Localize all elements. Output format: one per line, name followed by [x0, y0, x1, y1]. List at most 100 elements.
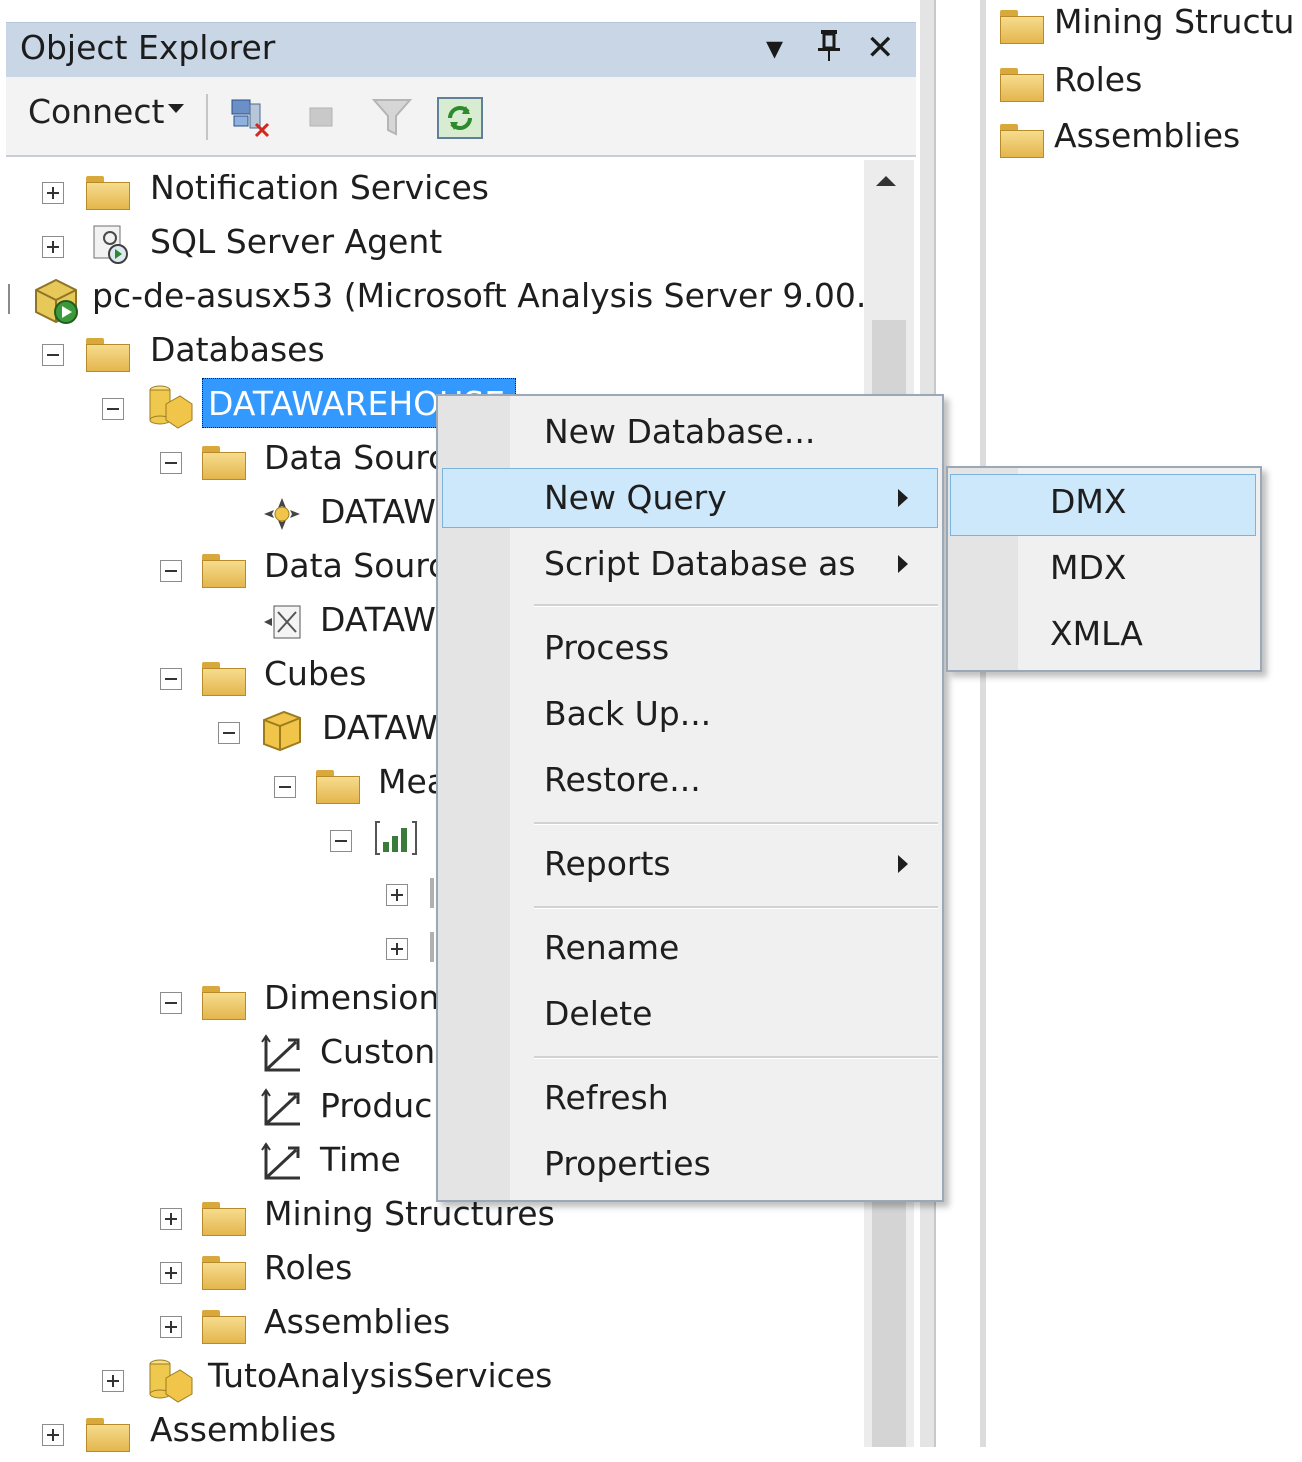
tree-node-databases[interactable]: Databases	[40, 328, 540, 382]
menu-item-rename[interactable]: Rename	[544, 926, 679, 970]
details-item-mining-structures[interactable]: Mining Structu	[998, 0, 1302, 50]
tree-node-data-source-item[interactable]: DATAW	[256, 490, 456, 544]
tree-node-label: Dimension	[264, 978, 440, 1017]
menu-item-process[interactable]: Process	[544, 626, 669, 670]
submenu-item-xmla[interactable]: XMLA	[1050, 612, 1143, 656]
connect-button[interactable]: Connect	[28, 92, 164, 131]
expand-icon[interactable]	[102, 1370, 124, 1392]
tree-node-measure-groups[interactable]: Mea	[272, 760, 452, 814]
folder-icon	[316, 764, 360, 804]
scroll-up-icon[interactable]	[876, 176, 896, 186]
tree-node-assemblies-db[interactable]: Assemblies	[156, 1300, 456, 1354]
details-item-assemblies[interactable]: Assemblies	[998, 114, 1302, 164]
expand-icon[interactable]	[42, 182, 64, 204]
expand-icon[interactable]	[386, 884, 408, 906]
cube-icon	[258, 708, 302, 752]
menu-item-reports[interactable]: Reports	[544, 842, 671, 886]
folder-icon	[86, 1412, 130, 1452]
tree-node-label: Notification Services	[150, 168, 489, 207]
submenu-item-dmx[interactable]: DMX	[1050, 480, 1127, 524]
expand-icon[interactable]	[160, 1316, 182, 1338]
connect-dropdown-icon[interactable]	[168, 104, 184, 113]
tree-node-label: DATAW	[320, 492, 436, 531]
submenu-item-mdx[interactable]: MDX	[1050, 546, 1127, 590]
tree-node-assemblies-server[interactable]: Assemblies	[40, 1408, 440, 1462]
tree-node-sql-server-agent[interactable]: SQL Server Agent	[40, 220, 540, 274]
collapse-icon[interactable]	[160, 992, 182, 1014]
tree-node-label: DATAW	[322, 708, 438, 747]
collapse-icon[interactable]	[102, 398, 124, 420]
details-item-roles[interactable]: Roles	[998, 58, 1302, 108]
folder-icon	[1000, 62, 1044, 102]
tree-node-cubes[interactable]: Cubes	[156, 652, 456, 706]
collapse-icon[interactable]	[330, 830, 352, 852]
window-position-dropdown-icon[interactable]: ▾	[766, 28, 783, 68]
tree-node-measure-group[interactable]	[330, 814, 440, 868]
tree-node-tuto-database[interactable]: TutoAnalysisServices	[98, 1354, 558, 1408]
data-source-view-icon	[260, 602, 304, 640]
filter-icon[interactable]	[370, 96, 413, 136]
menu-separator	[534, 822, 938, 825]
tree-node-server[interactable]: pc-de-asusx53 (Microsoft Analysis Server…	[26, 274, 866, 328]
folder-icon	[1000, 4, 1044, 44]
panel-title: Object Explorer	[20, 28, 276, 67]
tree-node-dim-customer[interactable]: Custon	[256, 1030, 456, 1084]
collapse-icon[interactable]	[274, 776, 296, 798]
menu-item-refresh[interactable]: Refresh	[544, 1076, 669, 1120]
panel-border	[980, 0, 986, 1447]
submenu-arrow-icon	[898, 489, 908, 507]
tree-node-label: Databases	[150, 330, 325, 369]
close-icon[interactable]: ✕	[866, 28, 895, 68]
tree-node-label: Assemblies	[150, 1410, 337, 1449]
menu-item-delete[interactable]: Delete	[544, 992, 652, 1036]
tree-node-data-source-view-item[interactable]: DATAW	[256, 598, 456, 652]
tree-node-notification-services[interactable]: Notification Services	[40, 166, 540, 220]
tree-node-label: TutoAnalysisServices	[208, 1356, 553, 1395]
tree-line	[8, 284, 10, 314]
details-item-label: Roles	[1054, 60, 1143, 99]
refresh-icon[interactable]	[436, 96, 483, 139]
expand-icon[interactable]	[160, 1262, 182, 1284]
disconnect-icon[interactable]	[228, 96, 270, 138]
collapse-icon[interactable]	[160, 560, 182, 582]
tree-node-roles[interactable]: Roles	[156, 1246, 456, 1300]
menu-item-properties[interactable]: Properties	[544, 1142, 711, 1186]
expand-icon[interactable]	[42, 236, 64, 258]
folder-icon	[202, 980, 246, 1020]
collapse-icon[interactable]	[160, 668, 182, 690]
collapse-icon[interactable]	[160, 452, 182, 474]
tree-node-label: Roles	[264, 1248, 353, 1287]
dimension-icon	[258, 1140, 302, 1180]
submenu-arrow-icon	[898, 555, 908, 573]
details-item-label: Mining Structu	[1054, 2, 1295, 41]
menu-item-restore[interactable]: Restore...	[544, 758, 701, 802]
collapse-icon[interactable]	[42, 344, 64, 366]
dimension-icon	[258, 1086, 302, 1126]
tree-node-dimensions[interactable]: Dimension	[156, 976, 456, 1030]
database-icon	[144, 382, 194, 429]
measure-icon	[430, 932, 434, 962]
stop-icon[interactable]	[304, 96, 344, 136]
tree-node-data-source-views[interactable]: Data Sourc	[156, 544, 456, 598]
menu-separator	[534, 1056, 938, 1059]
menu-item-new-database[interactable]: New Database...	[544, 410, 815, 454]
menu-item-back-up[interactable]: Back Up...	[544, 692, 711, 736]
tree-node-dim-time[interactable]: Time	[256, 1138, 456, 1192]
tree-node-label: Time	[320, 1140, 401, 1179]
pin-icon[interactable]	[816, 28, 842, 71]
tree-node-dim-product[interactable]: Produc	[256, 1084, 456, 1138]
expand-icon[interactable]	[42, 1424, 64, 1446]
tree-node-data-sources[interactable]: Data Sourc	[156, 436, 456, 490]
menu-separator	[534, 906, 938, 909]
expand-icon[interactable]	[160, 1208, 182, 1230]
folder-icon	[1000, 118, 1044, 158]
submenu-arrow-icon	[898, 855, 908, 873]
collapse-icon[interactable]	[218, 722, 240, 744]
folder-icon	[202, 1250, 246, 1290]
expand-icon[interactable]	[386, 938, 408, 960]
tree-node-cube-item[interactable]: DATAW	[214, 706, 454, 760]
menu-item-new-query[interactable]: New Query	[544, 476, 727, 520]
folder-icon	[86, 332, 130, 372]
data-source-icon	[260, 494, 304, 532]
menu-item-script-database-as[interactable]: Script Database as	[544, 542, 856, 586]
